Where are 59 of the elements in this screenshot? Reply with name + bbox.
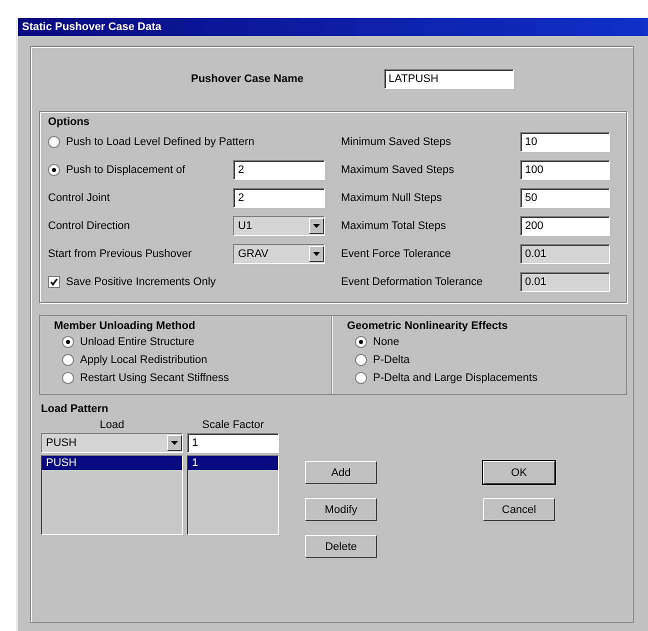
option-label: P-Delta and Large Displacements bbox=[373, 372, 538, 384]
field-label: Start from Previous Pushover bbox=[48, 248, 192, 260]
action-button[interactable]: Delete bbox=[305, 535, 377, 558]
field-label: Maximum Total Steps bbox=[341, 220, 446, 232]
field-label: Pushover Case Name bbox=[191, 73, 304, 85]
checkbox-label: Save Positive Increments Only bbox=[66, 276, 216, 288]
radio-button[interactable] bbox=[48, 164, 60, 176]
caret-icon bbox=[313, 252, 320, 256]
field-label: Control Joint bbox=[48, 192, 110, 204]
group-title: Geometric Nonlinearity Effects bbox=[347, 320, 509, 332]
dialog-button[interactable]: OK bbox=[483, 461, 555, 484]
input-field[interactable]: 2 bbox=[233, 160, 325, 180]
input-field[interactable]: 10 bbox=[520, 132, 610, 152]
field-label: Event Force Tolerance bbox=[341, 248, 451, 260]
caret-icon bbox=[313, 224, 320, 228]
input-field[interactable]: 100 bbox=[520, 160, 610, 180]
dropdown-button[interactable] bbox=[309, 246, 324, 262]
dropdown[interactable]: U1 bbox=[233, 216, 325, 236]
radio-button[interactable] bbox=[355, 354, 367, 366]
dropdown[interactable]: PUSH bbox=[41, 433, 183, 453]
radio-button[interactable] bbox=[62, 354, 74, 366]
option-label: None bbox=[373, 336, 400, 348]
option-label: Push to Displacement of bbox=[66, 164, 186, 176]
group-title: Options bbox=[48, 116, 91, 128]
caret-icon bbox=[171, 441, 178, 445]
input-field[interactable]: 50 bbox=[520, 188, 610, 208]
dropdown[interactable]: GRAV bbox=[233, 244, 325, 264]
radio-button[interactable] bbox=[355, 372, 367, 384]
column-header: Scale Factor bbox=[201, 419, 265, 431]
field-label: Control Direction bbox=[48, 220, 130, 232]
input-field[interactable]: 200 bbox=[520, 216, 610, 236]
checkbox[interactable] bbox=[48, 276, 60, 288]
field-label: Minimum Saved Steps bbox=[341, 136, 452, 148]
radio-button[interactable] bbox=[62, 372, 74, 384]
list-item[interactable]: 1 bbox=[188, 456, 278, 470]
field-label: Event Deformation Tolerance bbox=[341, 276, 483, 288]
option-label: Restart Using Secant Stiffness bbox=[80, 372, 229, 384]
option-label: Apply Local Redistribution bbox=[80, 354, 208, 366]
group-title: Load Pattern bbox=[41, 403, 110, 415]
dropdown-button[interactable] bbox=[309, 218, 324, 234]
radio-button[interactable] bbox=[48, 136, 60, 148]
radio-button[interactable] bbox=[62, 336, 74, 348]
action-button[interactable]: Add bbox=[305, 461, 377, 484]
list-item[interactable]: PUSH bbox=[42, 456, 182, 470]
input-field[interactable]: LATPUSH bbox=[384, 69, 514, 89]
radio-button[interactable] bbox=[355, 336, 367, 348]
option-label: Push to Load Level Defined by Pattern bbox=[66, 136, 254, 148]
action-button[interactable]: Modify bbox=[305, 498, 377, 521]
input-field[interactable]: 1 bbox=[187, 433, 279, 453]
input-field[interactable]: 2 bbox=[233, 188, 325, 208]
column-header: Load bbox=[98, 419, 126, 431]
dialog-button[interactable]: Cancel bbox=[483, 498, 555, 521]
field-label: Maximum Saved Steps bbox=[341, 164, 454, 176]
option-label: Unload Entire Structure bbox=[80, 336, 194, 348]
window-title: Static Pushover Case Data bbox=[22, 21, 162, 33]
option-label: P-Delta bbox=[373, 354, 410, 366]
group-title: Member Unloading Method bbox=[54, 320, 196, 332]
field-label: Maximum Null Steps bbox=[341, 192, 442, 204]
dropdown-button[interactable] bbox=[167, 435, 182, 451]
